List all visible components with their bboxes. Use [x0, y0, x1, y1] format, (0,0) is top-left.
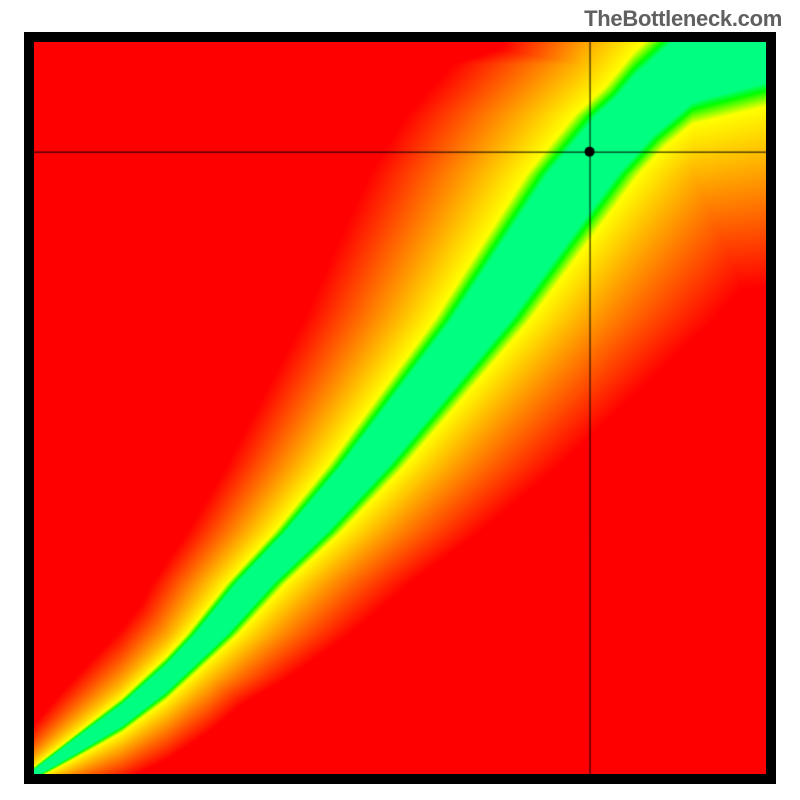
watermark: TheBottleneck.com — [584, 6, 782, 32]
bottleneck-heatmap — [34, 42, 766, 774]
plot-frame — [24, 32, 776, 784]
